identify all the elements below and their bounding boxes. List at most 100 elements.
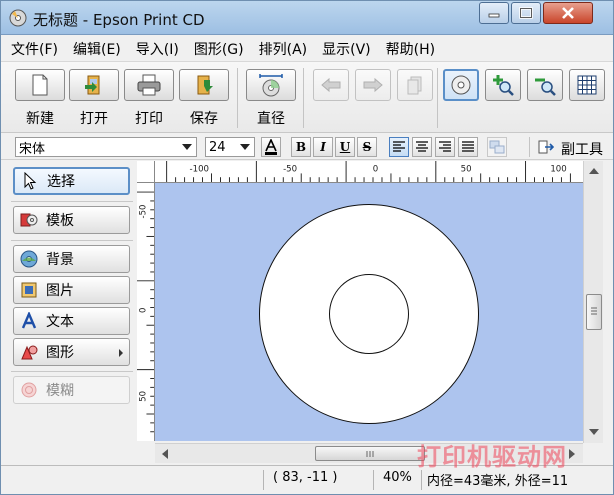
arrow-right-icon [363, 77, 383, 93]
align-right-button[interactable] [435, 137, 455, 157]
status-divider [421, 470, 422, 490]
strikethrough-button[interactable]: S [357, 137, 377, 157]
font-name-select[interactable]: 宋体 [15, 137, 197, 157]
diameter-label: 直径 [257, 111, 285, 127]
chevron-down-icon [240, 144, 250, 150]
align-justify-icon [462, 141, 474, 152]
menu-view[interactable]: 显示(V) [322, 39, 371, 59]
open-file-icon [85, 75, 100, 95]
group-icon [489, 140, 505, 154]
background-tool-button[interactable]: 背景 [13, 245, 130, 273]
minimize-icon [488, 13, 500, 18]
text-color-button[interactable] [261, 137, 281, 157]
menu-import[interactable]: 导入(I) [136, 39, 179, 59]
zoom-in-button[interactable] [485, 69, 521, 101]
chevron-down-icon [182, 144, 192, 150]
new-button[interactable] [15, 69, 65, 101]
disc-diameter-info: 内径=43毫米, 外径=11 [427, 474, 569, 489]
vertical-scroll-thumb[interactable] [586, 294, 602, 330]
format-toolbar: 宋体 24 B I U S 副工具 [1, 134, 613, 160]
menu-help[interactable]: 帮助(H) [386, 39, 435, 59]
blur-tool-button[interactable]: 模糊 [13, 376, 130, 404]
align-justify-button[interactable] [458, 137, 478, 157]
print-button[interactable] [124, 69, 174, 101]
toolbar-separator [437, 68, 438, 128]
image-tool-button[interactable]: 图片 [13, 276, 130, 304]
new-document-icon [32, 74, 48, 96]
ruler-h-label: 50 [461, 165, 472, 175]
forward-button[interactable] [355, 69, 391, 101]
layers-button[interactable] [397, 69, 433, 101]
scroll-down-icon[interactable] [589, 429, 599, 436]
toolbox-icon-button[interactable] [536, 137, 556, 157]
ruler-h-label: -100 [190, 165, 209, 175]
blur-icon [20, 381, 38, 399]
text-a-icon [20, 312, 38, 330]
align-center-button[interactable] [412, 137, 432, 157]
view-whole-disc-button[interactable] [443, 69, 479, 101]
zoom-out-button[interactable] [527, 69, 563, 101]
title-bar[interactable]: 无标题 - Epson Print CD [1, 1, 613, 35]
menu-bar: 文件(F) 编辑(E) 导入(I) 图形(G) 排列(A) 显示(V) 帮助(H… [1, 37, 613, 61]
ruler-v-label: 50 [139, 391, 149, 402]
blur-tool-label: 模糊 [46, 383, 74, 399]
scroll-left-icon[interactable] [161, 449, 168, 459]
menu-arrange[interactable]: 排列(A) [259, 39, 308, 59]
layers-icon [407, 76, 422, 95]
horizontal-scroll-thumb[interactable] [315, 446, 425, 461]
toolbox-label[interactable]: 副工具 [561, 139, 603, 159]
text-tool-button[interactable]: 文本 [13, 307, 130, 335]
window-title: 无标题 - Epson Print CD [33, 11, 205, 29]
grid-button[interactable] [569, 69, 605, 101]
toolbar-separator [237, 68, 238, 128]
cd-canvas[interactable] [155, 183, 583, 441]
scroll-right-icon[interactable] [569, 449, 576, 459]
horizontal-ruler: -100 -50 0 50 100 [155, 161, 583, 183]
zoom-in-icon [493, 75, 514, 96]
template-tool-button[interactable]: 模板 [13, 206, 130, 234]
vertical-scrollbar[interactable] [583, 161, 603, 443]
align-center-icon [416, 141, 428, 152]
disc-view-icon [451, 75, 471, 95]
toolbox-arrow-icon [538, 140, 554, 154]
shapes-icon [20, 343, 38, 361]
app-window: 无标题 - Epson Print CD 文件(F) 编辑(E) 导入(I) 图… [0, 0, 614, 495]
template-tool-label: 模板 [46, 213, 74, 229]
bold-button[interactable]: B [291, 137, 311, 157]
toolbar-separator [303, 68, 304, 128]
tool-panel: 选择 模板 背景 图片 文本 图形 模糊 [1, 161, 139, 466]
group-button[interactable] [487, 137, 507, 157]
shape-tool-button[interactable]: 图形 [13, 338, 130, 366]
menu-graphics[interactable]: 图形(G) [194, 39, 244, 59]
panel-separator [11, 371, 133, 372]
background-tool-label: 背景 [46, 252, 74, 268]
menu-edit[interactable]: 编辑(E) [73, 39, 121, 59]
close-button[interactable] [543, 2, 593, 24]
ruler-v-label: 0 [139, 308, 149, 313]
align-left-button[interactable] [389, 137, 409, 157]
scroll-up-icon[interactable] [589, 167, 599, 174]
italic-button[interactable]: I [313, 137, 333, 157]
arrow-left-icon [321, 77, 341, 93]
align-left-icon [393, 141, 405, 152]
zoom-level: 40% [383, 470, 412, 485]
panel-separator [11, 240, 133, 241]
template-icon [20, 211, 38, 229]
select-tool-label: 选择 [47, 174, 75, 190]
print-label: 打印 [135, 111, 163, 127]
diameter-button[interactable] [246, 69, 296, 101]
cursor-coordinates: ( 83, -11 ) [273, 470, 338, 485]
align-right-icon [439, 141, 451, 152]
back-button[interactable] [313, 69, 349, 101]
panel-separator [11, 201, 133, 202]
menu-file[interactable]: 文件(F) [11, 39, 58, 59]
select-tool-button[interactable]: 选择 [13, 167, 130, 195]
main-toolbar: 新建 打开 打印 保存 直径 [1, 61, 613, 133]
underline-button[interactable]: U [335, 137, 355, 157]
font-size-select[interactable]: 24 [205, 137, 255, 157]
maximize-button[interactable] [511, 2, 541, 24]
open-button[interactable] [69, 69, 119, 101]
save-button[interactable] [179, 69, 229, 101]
minimize-button[interactable] [479, 2, 509, 24]
new-label: 新建 [26, 111, 54, 127]
